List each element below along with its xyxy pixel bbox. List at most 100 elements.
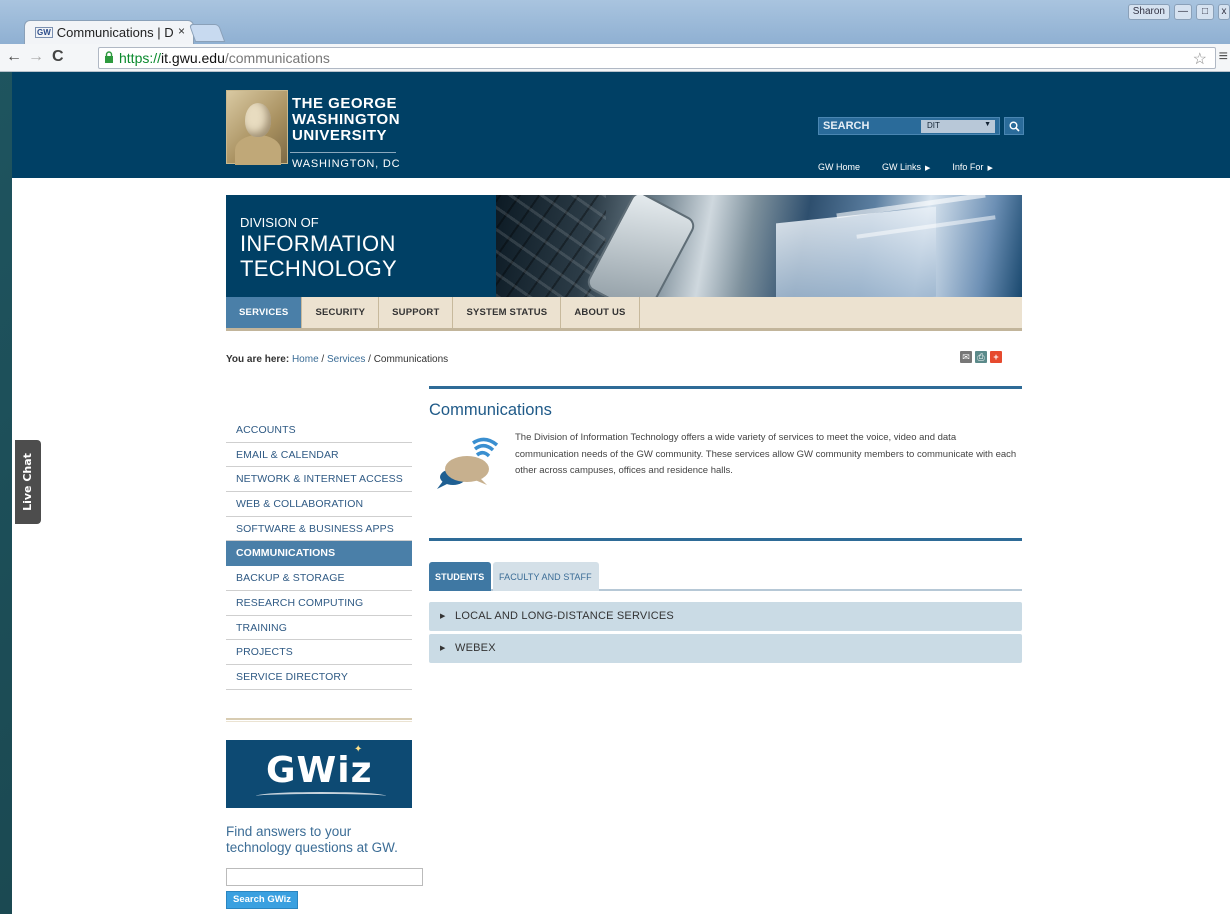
- browser-tab[interactable]: GW Communications | D ×: [24, 20, 194, 44]
- sidebar-item-email-calendar[interactable]: EMAIL & CALENDAR: [226, 443, 412, 468]
- accordion-local-long-distance[interactable]: ▶ LOCAL AND LONG-DISTANCE SERVICES: [429, 602, 1022, 631]
- tab-favicon-icon: GW: [35, 27, 53, 38]
- browser-toolbar: ← → C https://it.gwu.edu/communications …: [0, 44, 1230, 72]
- web-page: THE GEORGE WASHINGTON UNIVERSITY WASHING…: [12, 72, 1230, 914]
- gw-links-menu[interactable]: GW Links ▶: [882, 162, 930, 172]
- reload-icon[interactable]: C: [52, 48, 64, 66]
- sidebar-item-research[interactable]: RESEARCH COMPUTING: [226, 591, 412, 616]
- info-for-menu[interactable]: Info For ▶: [952, 162, 992, 172]
- sidebar-item-accounts[interactable]: ACCOUNTS: [226, 418, 412, 443]
- caret-right-icon: ▶: [987, 165, 993, 172]
- sidebar-item-web-collaboration[interactable]: WEB & COLLABORATION: [226, 492, 412, 517]
- gw-top-links: GW Home GW Links ▶ Info For ▶: [818, 162, 993, 172]
- sidebar-divider: [226, 718, 412, 722]
- search-button[interactable]: [1004, 117, 1024, 135]
- email-icon[interactable]: ✉: [960, 351, 972, 363]
- sidebar-item-network[interactable]: NETWORK & INTERNET ACCESS: [226, 467, 412, 493]
- breadcrumb-current: Communications: [373, 354, 449, 365]
- tab-close-icon[interactable]: ×: [178, 24, 185, 38]
- window-controls: Sharon — □ x: [1127, 4, 1230, 20]
- gw-logo-wordmark[interactable]: THE GEORGE WASHINGTON UNIVERSITY: [292, 96, 400, 144]
- nav-support[interactable]: SUPPORT: [379, 297, 454, 328]
- sidebar-item-service-directory[interactable]: SERVICE DIRECTORY: [226, 665, 412, 690]
- dit-banner[interactable]: DIVISION OF INFORMATION TECHNOLOGY: [226, 195, 1022, 297]
- content-top-rule: [429, 386, 1022, 389]
- gwiz-tagline: Find answers to your technology question…: [226, 824, 398, 855]
- gwiz-logo-text: GWiz: [266, 750, 373, 791]
- url-scheme: https://: [119, 50, 162, 66]
- gw-home-link[interactable]: GW Home: [818, 162, 860, 172]
- gwiz-search-input[interactable]: [226, 868, 423, 886]
- browser-menu-icon[interactable]: ≡: [1219, 48, 1228, 66]
- search-icon: [1009, 121, 1020, 132]
- close-window-icon[interactable]: x: [1218, 4, 1230, 20]
- address-bar[interactable]: https://it.gwu.edu/communications ☆: [98, 47, 1216, 69]
- nav-about-us[interactable]: ABOUT US: [561, 297, 640, 328]
- info-for-label: Info For: [952, 162, 984, 172]
- banner-division-of: DIVISION OF: [240, 215, 319, 230]
- nav-services[interactable]: SERVICES: [226, 297, 303, 328]
- audience-tabs: STUDENTS FACULTY AND STAFF: [429, 562, 1022, 591]
- expand-triangle-icon: ▶: [440, 613, 446, 620]
- lock-icon: [105, 51, 113, 63]
- sidebar-item-communications[interactable]: COMMUNICATIONS: [226, 541, 412, 567]
- intro-paragraph: The Division of Information Technology o…: [515, 432, 1017, 476]
- washington-portrait-logo-icon[interactable]: [226, 90, 288, 165]
- breadcrumb-separator: /: [318, 354, 327, 365]
- accordion-label: WEBEX: [455, 642, 496, 654]
- speech-bubbles-icon: [437, 437, 499, 489]
- share-tools: ✉ ⎙ +: [960, 351, 1002, 363]
- breadcrumb-services[interactable]: Services: [327, 354, 365, 365]
- tab-faculty-and-staff[interactable]: FACULTY AND STAFF: [493, 562, 599, 591]
- back-arrow-icon[interactable]: ←: [6, 48, 22, 66]
- sidebar-item-software[interactable]: SOFTWARE & BUSINESS APPS: [226, 517, 412, 542]
- breadcrumb: You are here: Home / Services / Communic…: [226, 354, 448, 365]
- tab-students[interactable]: STUDENTS: [429, 562, 491, 591]
- gw-home-label: GW Home: [818, 162, 861, 172]
- search-label: SEARCH: [823, 120, 870, 132]
- banner-title-line1: INFORMATION: [240, 231, 396, 256]
- banner-technology-photo: [496, 195, 1022, 297]
- sidebar-nav: ACCOUNTS EMAIL & CALENDAR NETWORK & INTE…: [226, 418, 412, 690]
- browser-titlebar: GW Communications | D × Sharon — □ x: [0, 0, 1230, 44]
- banner-title: INFORMATION TECHNOLOGY: [240, 231, 397, 281]
- logo-divider: [290, 152, 396, 153]
- nav-security[interactable]: SECURITY: [302, 297, 380, 328]
- sidebar-item-training[interactable]: TRAINING: [226, 616, 412, 641]
- gwiz-swoosh: [256, 792, 386, 800]
- search-scope-value: DIT: [927, 121, 940, 130]
- accordion-webex[interactable]: ▶ WEBEX: [429, 634, 1022, 663]
- banner-title-line2: TECHNOLOGY: [240, 256, 398, 281]
- breadcrumb-prefix: You are here:: [226, 354, 290, 365]
- profile-button[interactable]: Sharon: [1127, 4, 1170, 20]
- search-scope-select[interactable]: DIT ▼: [921, 120, 995, 133]
- site-search-field[interactable]: SEARCH DIT ▼: [818, 117, 1000, 135]
- breadcrumb-home[interactable]: Home: [292, 354, 319, 365]
- tab-title: Communications | D: [56, 25, 174, 40]
- search-gwiz-button[interactable]: Search GWiz: [226, 891, 298, 909]
- url-host: it.gwu.edu: [161, 50, 225, 66]
- new-tab-button[interactable]: [188, 24, 226, 42]
- main-content: Communications The Division of Informati…: [429, 386, 1022, 663]
- dropdown-arrow-icon: ▼: [984, 121, 991, 128]
- logo-line1: THE GEORGE: [292, 95, 398, 112]
- gw-links-label: GW Links: [882, 162, 922, 172]
- gwiz-logo[interactable]: ✦ GWiz: [226, 740, 412, 808]
- sidebar-item-backup[interactable]: BACKUP & STORAGE: [226, 566, 412, 591]
- content-mid-rule: [429, 538, 1022, 541]
- bookmark-star-icon[interactable]: ☆: [1193, 49, 1207, 69]
- share-plus-icon[interactable]: +: [990, 351, 1002, 363]
- print-icon[interactable]: ⎙: [975, 351, 987, 363]
- expand-triangle-icon: ▶: [440, 645, 446, 652]
- live-chat-label: Live Chat: [21, 453, 34, 511]
- forward-arrow-icon[interactable]: →: [28, 48, 44, 66]
- live-chat-button[interactable]: Live Chat: [15, 440, 41, 524]
- nav-system-status[interactable]: SYSTEM STATUS: [453, 297, 562, 328]
- maximize-icon[interactable]: □: [1196, 4, 1214, 20]
- caret-right-icon: ▶: [925, 165, 931, 172]
- logo-city: WASHINGTON, DC: [292, 158, 401, 170]
- page-title: Communications: [429, 401, 552, 419]
- minimize-icon[interactable]: —: [1174, 4, 1192, 20]
- logo-line3: UNIVERSITY: [292, 127, 388, 144]
- sidebar-item-projects[interactable]: PROJECTS: [226, 640, 412, 665]
